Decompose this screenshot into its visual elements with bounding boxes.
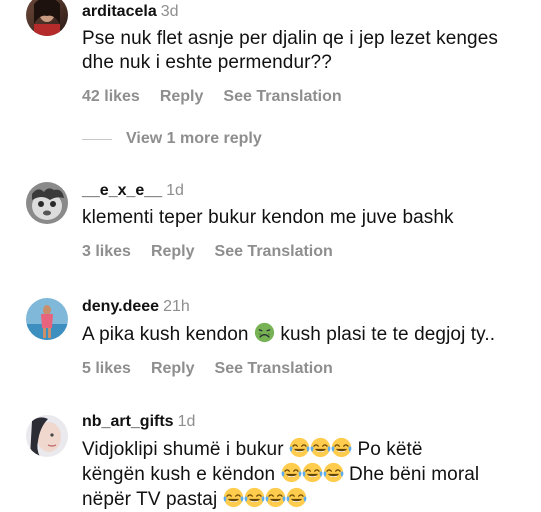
comment-text-part: nëpër TV pastaj [82, 489, 218, 510]
comment-text-line: Pse nuk flet asnje per djalin qe i jep l… [82, 28, 498, 49]
comment-text-line: këngën kush e këndon Dhe bëni moral [82, 462, 529, 487]
comment-text: klementi teper bukur kendon me juve bash… [82, 206, 529, 230]
tears-of-joy-emoji-icon [286, 487, 307, 508]
comment-meta: nb_art_gifts 1d [82, 412, 529, 432]
tears-of-joy-emoji-icon [289, 437, 310, 458]
tears-of-joy-emoji-icon [310, 437, 331, 458]
view-more-replies-label: View 1 more reply [126, 130, 262, 147]
comment-text-line: klementi teper bukur kendon me juve bash… [82, 207, 454, 228]
divider-line [82, 138, 112, 140]
tears-of-joy-emoji-icon [281, 462, 302, 483]
see-translation-button[interactable]: See Translation [215, 243, 333, 260]
comment-actions: 3 likes Reply See Translation [82, 242, 529, 262]
comment-text-line: dhe nuk i eshte permendur?? [82, 52, 332, 73]
timestamp: 1d [177, 413, 196, 430]
likes-count[interactable]: 5 likes [82, 360, 131, 377]
comment-text-part: A pika kush kendon [82, 324, 249, 345]
username[interactable]: arditacela [82, 3, 157, 20]
tears-of-joy-emoji-icon [244, 487, 265, 508]
avatar[interactable] [26, 298, 68, 340]
tears-of-joy-emoji-icon [265, 487, 286, 508]
comment-actions: 5 likes Reply See Translation [82, 359, 529, 379]
comment-text-part: Vidjoklipi shumë i bukur [82, 439, 284, 460]
comment-text: Pse nuk flet asnje per djalin qe i jep l… [82, 27, 529, 75]
tears-of-joy-emoji-icon [323, 462, 344, 483]
timestamp: 1d [166, 182, 184, 199]
reply-button[interactable]: Reply [151, 360, 195, 377]
see-translation-button[interactable]: See Translation [215, 360, 333, 377]
likes-count[interactable]: 3 likes [82, 243, 131, 260]
comment-meta: __e_x_e__ 1d [82, 181, 529, 201]
tears-of-joy-emoji-icon [302, 462, 323, 483]
avatar[interactable] [26, 0, 68, 36]
comment-actions: 42 likes Reply See Translation [82, 87, 529, 107]
comment-text-part: këngën kush e këndon [82, 464, 276, 485]
comment-text-part: Po këtë [357, 439, 423, 460]
tears-of-joy-emoji-icon [223, 487, 244, 508]
avatar[interactable] [26, 415, 68, 457]
reply-button[interactable]: Reply [151, 243, 195, 260]
comment-text: Vidjoklipi shumë i bukur Po këtë këngën … [82, 437, 529, 512]
see-translation-button[interactable]: See Translation [223, 88, 341, 105]
username[interactable]: nb_art_gifts [82, 413, 174, 430]
comment-text-line: Vidjoklipi shumë i bukur Po këtë [82, 437, 529, 462]
comment-text-part: kush plasi te te degjoj ty.. [280, 324, 496, 345]
comment-meta: deny.deee 21h [82, 297, 529, 317]
reply-button[interactable]: Reply [160, 88, 204, 105]
likes-count[interactable]: 42 likes [82, 88, 140, 105]
view-more-replies-button[interactable]: View 1 more reply [82, 130, 262, 148]
comment-meta: arditacela 3d [82, 2, 529, 22]
nauseated-face-emoji-icon [254, 322, 275, 343]
avatar[interactable] [26, 182, 68, 224]
comment-text: A pika kush kendon kush plasi te te degj… [82, 322, 529, 347]
username[interactable]: __e_x_e__ [82, 182, 162, 199]
comment-text-line: nëpër TV pastaj [82, 487, 529, 512]
tears-of-joy-emoji-icon [331, 437, 352, 458]
timestamp: 3d [160, 3, 179, 20]
timestamp: 21h [163, 298, 190, 315]
comment-text-part: Dhe bëni moral [349, 464, 480, 485]
username[interactable]: deny.deee [82, 298, 159, 315]
